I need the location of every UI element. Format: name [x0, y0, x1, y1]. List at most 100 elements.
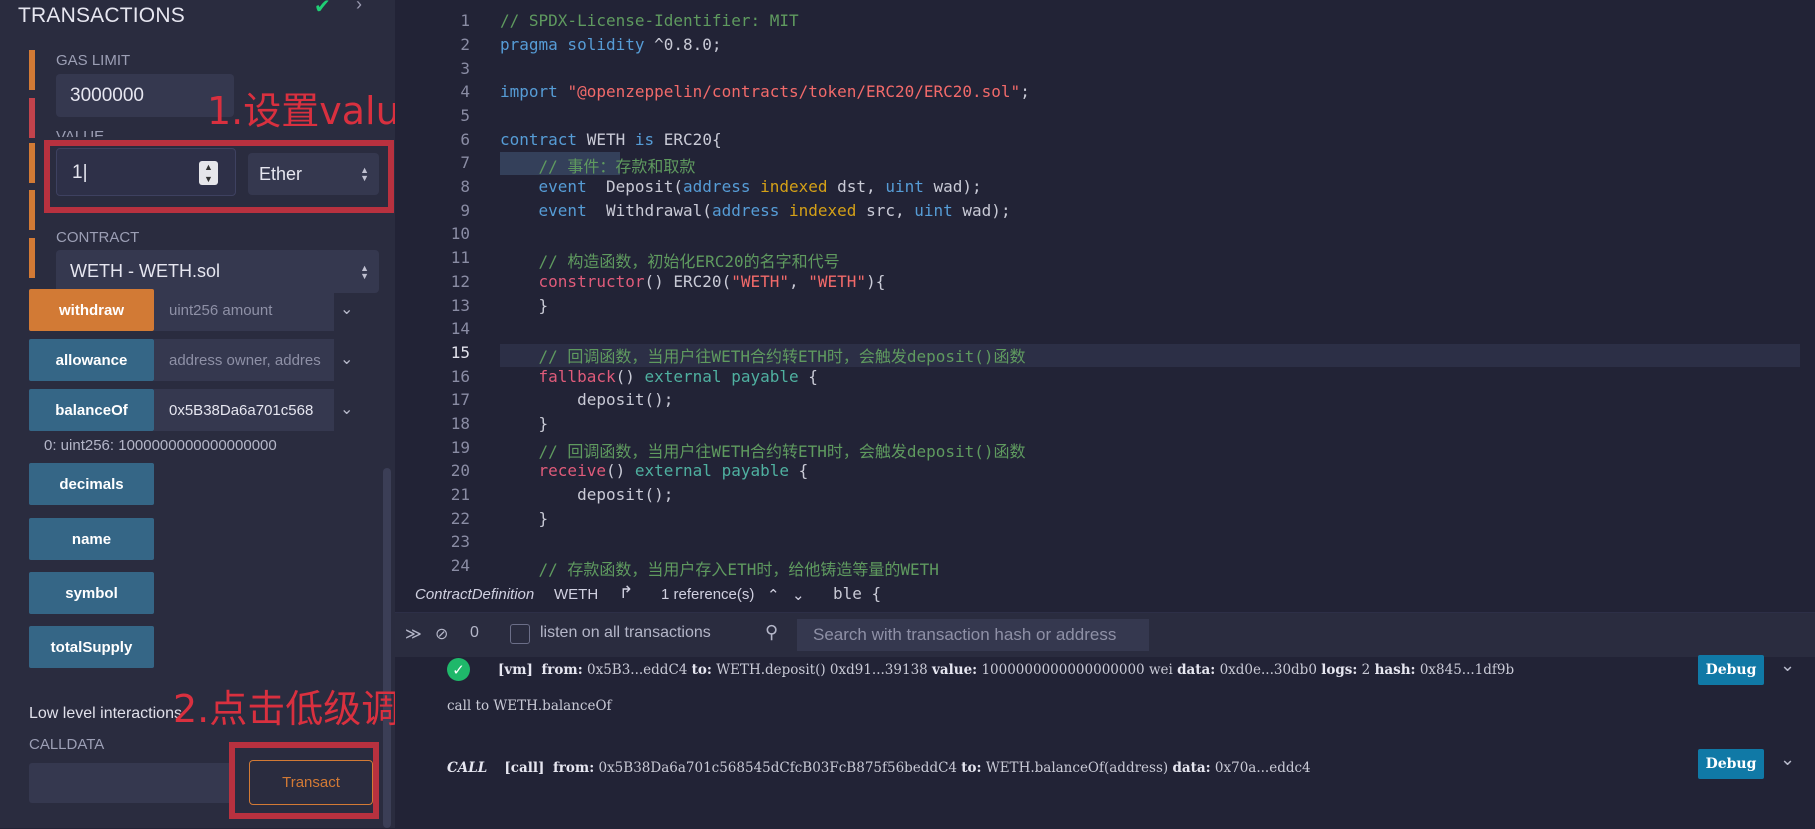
- select-arrows-icon: ▲ ▼: [360, 262, 369, 281]
- line-number: 12: [450, 272, 470, 291]
- balanceof-result: 0: uint256: 1000000000000000000: [44, 437, 277, 454]
- code-line: constructor() ERC20("WETH", "WETH"){: [500, 272, 886, 291]
- section-strip: [29, 98, 35, 138]
- name-button[interactable]: name: [29, 518, 154, 560]
- code-line: deposit();: [500, 485, 674, 504]
- code-line: import "@openzeppelin/contracts/token/ER…: [500, 82, 1030, 101]
- line-number: 7: [460, 153, 470, 172]
- definition-kind: ContractDefinition: [415, 586, 535, 603]
- code-line: deposit();: [500, 390, 674, 409]
- line-number: 9: [460, 201, 470, 220]
- section-strip: [29, 190, 35, 230]
- annotation-box-transact: [229, 742, 379, 819]
- contract-value: WETH - WETH.sol: [70, 261, 220, 281]
- listen-checkbox[interactable]: [510, 624, 530, 644]
- search-icon: ⚲: [765, 622, 779, 642]
- line-number: 17: [450, 390, 470, 409]
- balanceof-button[interactable]: balanceOf: [29, 389, 154, 431]
- chevron-up-icon[interactable]: ⌃: [767, 586, 780, 604]
- code-line: // SPDX-License-Identifier: MIT: [500, 11, 799, 30]
- line-number: 19: [450, 438, 470, 457]
- withdraw-button[interactable]: withdraw: [29, 289, 154, 331]
- value-label: VALUE: [56, 128, 105, 137]
- decimals-button[interactable]: decimals: [29, 463, 154, 505]
- code-line: pragma solidity ^0.8.0;: [500, 35, 722, 54]
- code-line: // 回调函数，当用户往WETH合约转ETH时，会触发deposit()函数: [500, 347, 1026, 366]
- low-level-label: Low level interactions: [29, 705, 182, 722]
- scrollbar[interactable]: [383, 468, 391, 828]
- contract-select[interactable]: WETH - WETH.sol ▲ ▼: [56, 250, 379, 293]
- contract-label: CONTRACT: [56, 229, 140, 246]
- call-to-text: call to WETH.balanceOf: [447, 698, 612, 714]
- code-line: // 事件：存款和取款: [500, 157, 696, 176]
- code-line: }: [500, 509, 549, 528]
- collapse-icon[interactable]: ≫: [405, 624, 422, 644]
- section-strip: [29, 238, 35, 278]
- code-line: contract WETH is ERC20{: [500, 130, 722, 149]
- code-line: // 构造函数，初始化ERC20的名字和代号: [500, 252, 840, 271]
- terminal-toolbar: ≫ ⊘ 0 listen on all transactions ⚲ Searc…: [395, 613, 1815, 657]
- code-line: // 存款函数，当用户存入ETH时，给他铸造等量的WETH: [500, 560, 939, 579]
- code-line: receive() external payable {: [500, 461, 809, 480]
- line-number: 15: [450, 343, 470, 362]
- withdraw-input[interactable]: uint256 amount: [154, 289, 334, 331]
- code-line: event Withdrawal(address indexed src, ui…: [500, 201, 1011, 220]
- line-number: 22: [450, 509, 470, 528]
- section-strip: [29, 143, 35, 183]
- listen-label: listen on all transactions: [540, 624, 711, 641]
- code-line: }: [500, 414, 549, 433]
- chevron-down-icon[interactable]: ⌄: [1780, 749, 1795, 770]
- line-number: 11: [450, 248, 470, 267]
- terminal-panel: ≫ ⊘ 0 listen on all transactions ⚲ Searc…: [395, 612, 1815, 829]
- debug-button[interactable]: Debug: [1698, 749, 1764, 779]
- tx-log-deposit[interactable]: [vm] from: 0x5B3...eddC4 to: WETH.deposi…: [498, 662, 1514, 678]
- check-icon: ✔: [314, 0, 331, 18]
- balanceof-input[interactable]: 0x5B38Da6a701c568: [154, 389, 334, 431]
- annotation-box-value: [44, 140, 394, 213]
- code-editor[interactable]: 1 2 3 4 5 6 7 8 9 10 11 12 13 14 15 16 1…: [395, 0, 1815, 610]
- section-strip: [29, 50, 35, 90]
- line-number: 20: [450, 461, 470, 480]
- line-number: 5: [460, 106, 470, 125]
- tx-log-call[interactable]: CALL [call] from: 0x5B38Da6a701c568545dC…: [447, 760, 1311, 776]
- chevron-down-icon[interactable]: ⌄: [340, 349, 353, 369]
- share-icon[interactable]: ↱: [619, 583, 633, 603]
- calldata-label: CALLDATA: [29, 736, 105, 753]
- chevron-down-icon[interactable]: ⌄: [1780, 655, 1795, 676]
- line-number: 18: [450, 414, 470, 433]
- line-number: 3: [460, 59, 470, 78]
- chevron-down-icon[interactable]: ⌄: [340, 399, 353, 419]
- code-line: // 回调函数，当用户往WETH合约转ETH时，会触发deposit()函数: [500, 442, 1026, 461]
- code-line: fallback() external payable {: [500, 367, 818, 386]
- chevron-right-icon[interactable]: ›: [356, 0, 362, 15]
- symbol-button[interactable]: symbol: [29, 572, 154, 614]
- line-number: 23: [450, 532, 470, 551]
- code-line: }: [500, 296, 549, 315]
- line-number: 16: [450, 367, 470, 386]
- chevron-down-icon[interactable]: ⌄: [792, 586, 805, 604]
- line-number: 24: [450, 556, 470, 575]
- search-input[interactable]: Search with transaction hash or address: [797, 619, 1149, 651]
- code-line: event Deposit(address indexed dst, uint …: [500, 177, 982, 196]
- line-number: 10: [450, 224, 470, 243]
- allowance-button[interactable]: allowance: [29, 339, 154, 381]
- clear-icon[interactable]: ⊘: [435, 624, 448, 644]
- definition-bar: ContractDefinition WETH ↱ 1 reference(s)…: [395, 578, 1815, 612]
- line-number: 8: [460, 177, 470, 196]
- line-number: 1: [460, 11, 470, 30]
- totalsupply-button[interactable]: totalSupply: [29, 626, 154, 668]
- debug-button[interactable]: Debug: [1698, 655, 1764, 685]
- line-number: 4: [460, 82, 470, 101]
- definition-name: WETH: [554, 586, 599, 603]
- gas-limit-label: GAS LIMIT: [56, 52, 131, 69]
- line-number: 21: [450, 485, 470, 504]
- line-number: 6: [460, 130, 470, 149]
- allowance-input[interactable]: address owner, addres: [154, 339, 334, 381]
- references-count[interactable]: 1 reference(s): [661, 586, 754, 603]
- calldata-input[interactable]: [29, 763, 234, 803]
- chevron-down-icon[interactable]: ⌄: [340, 299, 353, 319]
- line-number: 14: [450, 319, 470, 338]
- line-number: 2: [460, 35, 470, 54]
- code-line: ble {: [833, 584, 882, 603]
- panel-title: TRANSACTIONS: [18, 4, 185, 27]
